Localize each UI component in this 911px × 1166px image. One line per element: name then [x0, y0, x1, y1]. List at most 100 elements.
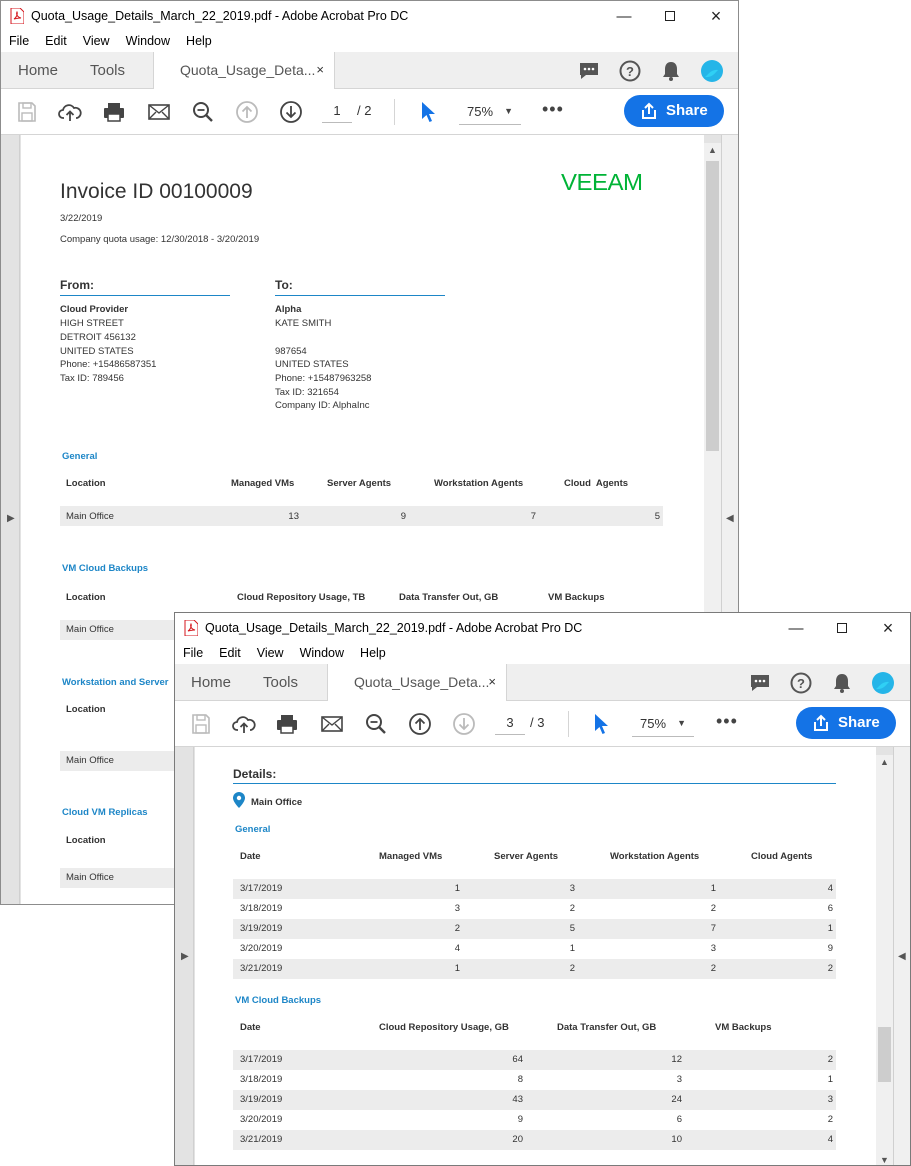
menu-window[interactable]: Window [126, 31, 170, 48]
expand-left-panel-icon[interactable]: ▶ [181, 951, 189, 962]
scrollbar-thumb[interactable] [706, 161, 719, 451]
previous-page-icon[interactable] [235, 100, 259, 124]
column-header: Server Agents [494, 851, 559, 862]
location-name: Main Office [251, 797, 303, 808]
comment-icon[interactable] [577, 59, 601, 83]
menu-file[interactable]: File [9, 31, 29, 48]
table-cell: 2 [827, 1054, 833, 1065]
to-line: 987654 [275, 346, 307, 357]
table-cell: 6 [676, 1114, 682, 1125]
close-tab-icon[interactable]: × [488, 674, 496, 689]
vertical-scrollbar[interactable]: ▲ [704, 143, 721, 613]
cloud-upload-icon[interactable] [232, 712, 256, 736]
print-icon[interactable] [275, 712, 299, 736]
tab-document[interactable]: Quota_Usage_Deta... × [327, 664, 507, 701]
table-cell: 3/18/2019 [240, 1074, 283, 1085]
table-row [60, 506, 663, 526]
zoom-out-search-icon[interactable] [191, 100, 215, 124]
table-cell: 5 [654, 511, 660, 522]
close-tab-icon[interactable]: × [316, 62, 324, 77]
print-icon[interactable] [102, 100, 126, 124]
email-icon[interactable] [320, 712, 344, 736]
table-cell: 3 [827, 1094, 833, 1105]
notifications-bell-icon[interactable] [830, 671, 854, 695]
user-avatar-icon[interactable] [700, 59, 724, 83]
scroll-up-icon[interactable]: ▲ [876, 757, 893, 767]
menu-window[interactable]: Window [300, 643, 344, 660]
left-panel-toggle[interactable]: ▶ [175, 747, 194, 1165]
menu-view[interactable]: View [257, 643, 284, 660]
previous-page-icon[interactable] [408, 712, 432, 736]
help-icon[interactable]: ? [789, 671, 813, 695]
tab-tools[interactable]: Tools [263, 674, 298, 691]
user-avatar-icon[interactable] [871, 671, 895, 695]
table-cell: 3 [710, 943, 716, 954]
zoom-select[interactable]: 75% ▼ [632, 709, 694, 737]
table-cell: 1 [710, 883, 716, 894]
more-tools-icon[interactable]: ••• [716, 711, 738, 732]
vertical-scrollbar[interactable]: ▲ ▼ [876, 755, 893, 1165]
next-page-icon[interactable] [452, 712, 476, 736]
menu-edit[interactable]: Edit [219, 643, 241, 660]
comment-icon[interactable] [748, 671, 772, 695]
cloud-upload-icon[interactable] [58, 100, 82, 124]
table-cell: 2 [454, 923, 460, 934]
zoom-select[interactable]: 75% ▼ [459, 97, 521, 125]
page-number-input[interactable]: 1 [322, 97, 352, 123]
share-button[interactable]: Share [796, 707, 896, 739]
table-cell: 6 [827, 903, 833, 914]
menu-help[interactable]: Help [186, 31, 212, 48]
title-bar[interactable]: Quota_Usage_Details_March_22_2019.pdf - … [1, 1, 738, 31]
tab-home[interactable]: Home [191, 674, 231, 691]
select-pointer-icon[interactable] [589, 712, 613, 736]
minimize-button[interactable]: — [773, 613, 819, 643]
select-pointer-icon[interactable] [416, 100, 440, 124]
from-line: Tax ID: 789456 [60, 373, 124, 384]
column-header: Data Transfer Out, GB [557, 1022, 657, 1033]
more-tools-icon[interactable]: ••• [542, 99, 564, 120]
email-icon[interactable] [147, 100, 171, 124]
zoom-out-search-icon[interactable] [364, 712, 388, 736]
maximize-button[interactable] [819, 613, 865, 643]
right-panel-toggle[interactable]: ◀ [893, 747, 910, 1165]
document-viewport[interactable]: ▶ Details: Main Office General Date Mana… [175, 747, 910, 1165]
menu-view[interactable]: View [83, 31, 110, 48]
menu-file[interactable]: File [183, 643, 203, 660]
table-cell: Main Office [66, 872, 114, 883]
tab-tools[interactable]: Tools [90, 62, 125, 79]
toolbar: 3 / 3 75% ▼ ••• Share [175, 701, 910, 747]
save-icon[interactable] [15, 100, 39, 124]
minimize-button[interactable]: — [601, 1, 647, 31]
tab-home[interactable]: Home [18, 62, 58, 79]
menu-edit[interactable]: Edit [45, 31, 67, 48]
column-header: Location [66, 835, 106, 846]
page-number-input[interactable]: 3 [495, 709, 525, 735]
left-panel-toggle[interactable]: ▶ [1, 135, 20, 904]
from-name: Cloud Provider [60, 304, 129, 315]
close-window-button[interactable]: × [865, 613, 910, 643]
scroll-up-icon[interactable]: ▲ [704, 145, 721, 155]
scrollbar-thumb[interactable] [878, 1027, 891, 1082]
to-name: Alpha [275, 304, 302, 315]
notifications-bell-icon[interactable] [659, 59, 683, 83]
title-bar[interactable]: Quota_Usage_Details_March_22_2019.pdf - … [175, 613, 910, 643]
table-row [233, 1130, 836, 1150]
scroll-down-icon[interactable]: ▼ [876, 1155, 893, 1165]
next-page-icon[interactable] [279, 100, 303, 124]
tab-document[interactable]: Quota_Usage_Deta... × [153, 52, 335, 89]
maximize-button[interactable] [647, 1, 693, 31]
expand-right-panel-icon[interactable]: ◀ [898, 951, 906, 962]
menu-help[interactable]: Help [360, 643, 386, 660]
page-total: / 2 [357, 103, 372, 118]
table-cell: 3/18/2019 [240, 903, 283, 914]
invoice-title: Invoice ID 00100009 [60, 180, 253, 203]
close-window-button[interactable]: × [693, 1, 738, 31]
expand-left-panel-icon[interactable]: ▶ [7, 513, 15, 524]
share-button[interactable]: Share [624, 95, 724, 127]
column-header: Managed VMs [231, 478, 295, 489]
to-line: KATE SMITH [275, 318, 332, 329]
expand-right-panel-icon[interactable]: ◀ [726, 513, 734, 524]
save-icon[interactable] [189, 712, 213, 736]
help-icon[interactable]: ? [618, 59, 642, 83]
table-cell: 12 [671, 1054, 682, 1065]
